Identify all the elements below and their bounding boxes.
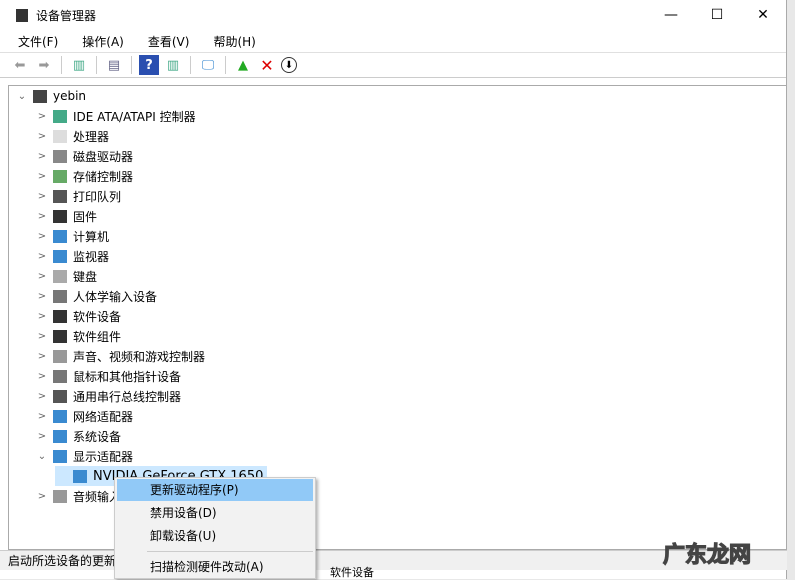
device-category-icon [53,189,67,203]
tree-category[interactable]: > 软件设备 [35,306,121,326]
device-category-icon [53,389,67,403]
close-button[interactable]: ✕ [740,0,786,30]
menu-action[interactable]: 操作(A) [74,33,124,50]
device-category-icon [53,329,67,343]
maximize-button[interactable]: ☐ [694,0,740,30]
chevron-right-icon[interactable]: > [35,331,49,342]
action-pane-icon[interactable]: ▥ [163,55,183,75]
device-category-icon [53,449,67,463]
tree-category[interactable]: > 计算机 [35,226,109,246]
device-category-icon [53,129,67,143]
device-category-icon [53,369,67,383]
back-icon[interactable]: ⬅ [10,55,30,75]
device-category-icon [53,349,67,363]
computer-icon [33,89,47,103]
tree-category[interactable]: > 软件组件 [35,326,121,346]
background-window-text: 软件设备 [330,566,374,579]
tree-category[interactable]: > 磁盘驱动器 [35,146,133,166]
chevron-down-icon[interactable]: ⌄ [35,451,49,462]
menu-view[interactable]: 查看(V) [140,33,190,50]
chevron-right-icon[interactable]: > [35,491,49,502]
device-category-icon [53,249,67,263]
watermark: 广东龙网 [662,542,752,568]
tree-category[interactable]: > 声音、视频和游戏控制器 [35,346,205,366]
chevron-right-icon[interactable]: > [35,271,49,282]
device-category-icon [53,429,67,443]
tree-root[interactable]: ⌄ yebin [15,86,86,106]
chevron-right-icon[interactable]: > [35,411,49,422]
menu-help[interactable]: 帮助(H) [205,33,255,50]
tree-category[interactable]: > 固件 [35,206,97,226]
chevron-right-icon[interactable]: > [35,391,49,402]
tree-category[interactable]: > 人体学输入设备 [35,286,157,306]
menu-scan-hardware[interactable]: 扫描检测硬件改动(A) [117,556,313,578]
chevron-right-icon[interactable]: > [35,351,49,362]
chevron-down-icon[interactable]: ⌄ [15,91,29,102]
chevron-right-icon[interactable]: > [35,151,49,162]
chevron-right-icon[interactable]: > [35,171,49,182]
menu-divider [147,551,313,552]
chevron-right-icon[interactable]: > [35,371,49,382]
device-category-icon [53,269,67,283]
device-manager-icon [16,8,28,22]
device-category-icon [53,289,67,303]
device-category-icon [53,169,67,183]
chevron-right-icon[interactable]: > [35,431,49,442]
device-category-icon [53,149,67,163]
menu-disable-device[interactable]: 禁用设备(D) [117,502,313,524]
tree-category[interactable]: > 鼠标和其他指针设备 [35,366,181,386]
show-hide-console-tree-icon[interactable]: ▥ [69,55,89,75]
menu-update-driver[interactable]: 更新驱动程序(P) [117,479,313,501]
tree-category[interactable]: > 监视器 [35,246,109,266]
minimize-button[interactable]: — [648,0,694,30]
update-driver-icon[interactable]: ▲ [233,55,253,75]
properties-icon[interactable]: ▤ [104,55,124,75]
title-bar: 设备管理器 — ☐ ✕ [0,0,786,30]
forward-icon[interactable]: ➡ [34,55,54,75]
tree-category[interactable]: > 打印队列 [35,186,121,206]
scan-hardware-icon[interactable]: 🖵 [198,55,218,75]
chevron-right-icon[interactable]: > [35,111,49,122]
chevron-right-icon[interactable]: > [35,251,49,262]
device-category-icon [53,489,67,503]
device-category-icon [53,229,67,243]
window-title: 设备管理器 [36,8,97,23]
device-category-icon [53,409,67,423]
tree-category[interactable]: > IDE ATA/ATAPI 控制器 [35,106,196,126]
chevron-right-icon[interactable]: > [35,211,49,222]
context-menu: 更新驱动程序(P) 禁用设备(D) 卸载设备(U) 扫描检测硬件改动(A) [114,477,316,579]
chevron-right-icon[interactable]: > [35,131,49,142]
uninstall-icon[interactable]: ✕ [257,55,277,75]
chevron-right-icon[interactable]: > [35,231,49,242]
menu-uninstall-device[interactable]: 卸载设备(U) [117,525,313,547]
device-category-icon [53,109,67,123]
chevron-right-icon[interactable]: > [35,311,49,322]
tree-category[interactable]: > 存储控制器 [35,166,133,186]
help-icon[interactable]: ? [139,55,159,75]
tree-category[interactable]: > 系统设备 [35,426,121,446]
device-category-icon [53,309,67,323]
chevron-right-icon[interactable]: > [35,291,49,302]
device-category-icon [53,209,67,223]
tree-category[interactable]: ⌄ 显示适配器 [35,446,133,466]
toolbar: ⬅ ➡ ▥ ▤ ? ▥ 🖵 ▲ ✕ ⬇ [0,52,786,78]
tree-category[interactable]: > 通用串行总线控制器 [35,386,181,406]
chevron-right-icon[interactable]: > [35,191,49,202]
menu-bar: 文件(F) 操作(A) 查看(V) 帮助(H) [0,30,786,52]
tree-category[interactable]: > 网络适配器 [35,406,133,426]
tree-category[interactable]: > 键盘 [35,266,97,286]
menu-file[interactable]: 文件(F) [10,33,58,50]
tree-category[interactable]: > 处理器 [35,126,109,146]
download-icon[interactable]: ⬇ [281,57,297,73]
device-category-icon [73,469,87,483]
